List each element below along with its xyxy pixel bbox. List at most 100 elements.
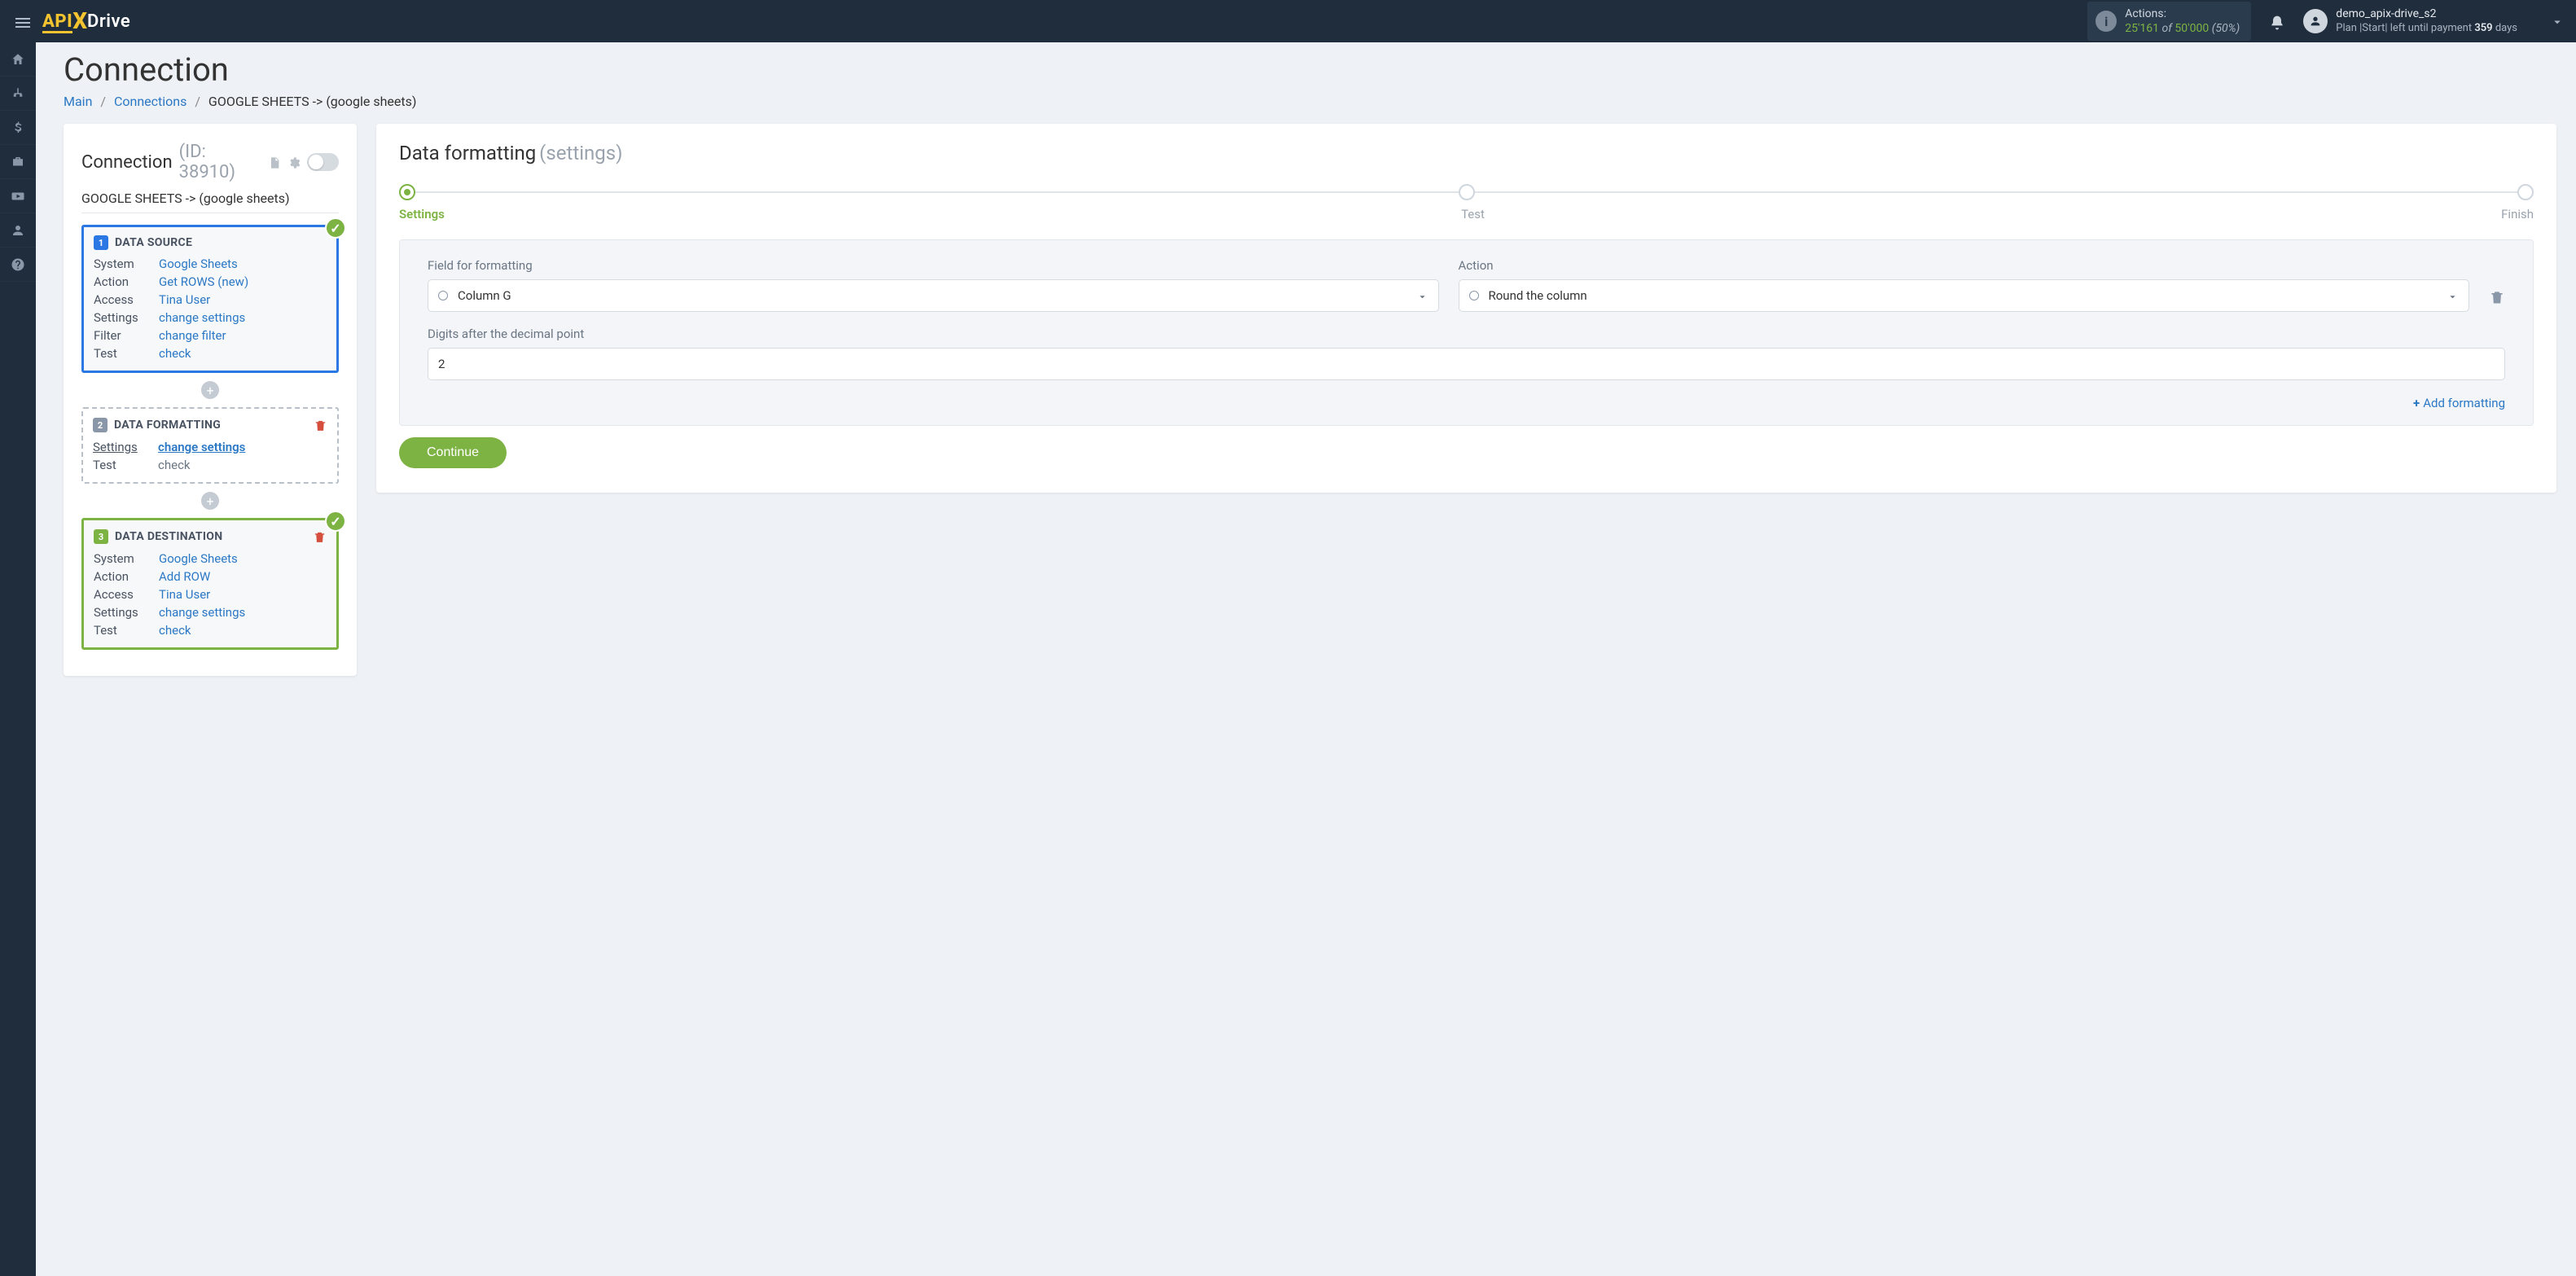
source-system-link[interactable]: Google Sheets	[159, 257, 238, 271]
logo-x-icon: X	[72, 7, 87, 34]
dest-settings-link[interactable]: change settings	[159, 605, 245, 620]
copy-button[interactable]	[268, 155, 281, 170]
step-title: DATA DESTINATION	[115, 530, 222, 543]
step-title: DATA FORMATTING	[114, 419, 221, 432]
user-icon	[11, 223, 25, 238]
stepper-label-finish: Finish	[2501, 207, 2534, 221]
add-formatting-link[interactable]: +Add formatting	[2413, 396, 2505, 410]
actions-text: Actions: 25'161 of 50'000 (50%)	[2125, 7, 2240, 36]
left-rail	[0, 42, 36, 1276]
step-data-destination[interactable]: ✓ 3 DATA DESTINATION SystemGoogle Sheets…	[81, 518, 339, 650]
topbar: API X Drive i Actions: 25'161 of 50'000 …	[0, 0, 2576, 42]
digits-input[interactable]: 2	[428, 348, 2505, 380]
delete-formatting-step[interactable]	[314, 417, 327, 433]
gear-icon	[287, 156, 301, 169]
help-icon	[11, 257, 25, 272]
briefcase-icon	[11, 155, 25, 169]
right-subheading: (settings)	[539, 142, 622, 164]
dest-system-link[interactable]: Google Sheets	[159, 551, 238, 566]
formatting-test: check	[158, 458, 327, 472]
dest-action-link[interactable]: Add ROW	[159, 569, 210, 584]
youtube-icon	[11, 189, 25, 204]
topbar-dropdown[interactable]	[2517, 13, 2565, 30]
breadcrumb: Main / Connections / GOOGLE SHEETS -> (g…	[64, 94, 2556, 109]
rail-projects[interactable]	[0, 145, 36, 179]
step-number: 2	[93, 418, 108, 432]
connection-heading: Connection	[81, 152, 173, 173]
file-icon	[268, 156, 281, 169]
delete-destination-step[interactable]	[313, 528, 327, 545]
connection-toggle[interactable]	[307, 153, 339, 171]
step-title: DATA SOURCE	[115, 236, 192, 249]
settings-button[interactable]	[287, 155, 301, 170]
step-data-source[interactable]: ✓ 1 DATA SOURCE SystemGoogle Sheets Acti…	[81, 225, 339, 373]
user-text: demo_apix-drive_s2 Plan |Start| left unt…	[2336, 7, 2517, 35]
avatar-icon	[2303, 9, 2328, 33]
logo[interactable]: API X Drive	[42, 8, 130, 35]
stepper-node-settings[interactable]	[399, 184, 415, 200]
menu-toggle[interactable]	[7, 7, 39, 36]
home-icon	[11, 52, 25, 67]
chevron-down-icon	[2550, 15, 2565, 29]
connection-name: GOOGLE SHEETS -> (google sheets)	[81, 191, 339, 213]
trash-icon	[2489, 289, 2505, 305]
breadcrumb-connections[interactable]: Connections	[114, 94, 187, 109]
logo-api: API	[42, 11, 72, 32]
step-number: 3	[94, 529, 108, 544]
trash-icon	[313, 530, 327, 544]
page: Connection Main / Connections / GOOGLE S…	[36, 42, 2576, 708]
check-icon: ✓	[325, 217, 346, 239]
connection-panel: Connection (ID: 38910) GOOGLE SHEETS -> …	[64, 124, 357, 676]
chevron-down-icon	[2447, 288, 2459, 303]
dest-test-link[interactable]: check	[159, 623, 191, 638]
source-settings-link[interactable]: change settings	[159, 310, 245, 325]
formatting-form: Field for formatting Column G Action Rou…	[399, 239, 2534, 426]
source-test-link[interactable]: check	[159, 346, 191, 361]
breadcrumb-main[interactable]: Main	[64, 94, 92, 109]
field-value: Column G	[458, 288, 511, 303]
stepper-node-test[interactable]	[1459, 184, 1475, 200]
stepper-label-test: Test	[445, 207, 2501, 221]
trash-icon	[314, 419, 327, 432]
step-data-formatting[interactable]: 2 DATA FORMATTING Settingschange setting…	[81, 407, 339, 484]
rail-account[interactable]	[0, 213, 36, 248]
stepper	[399, 184, 2534, 200]
info-icon: i	[2095, 11, 2117, 32]
user-menu[interactable]: demo_apix-drive_s2 Plan |Start| left unt…	[2303, 7, 2517, 35]
chevron-down-icon	[1416, 288, 1428, 303]
connection-id: (ID: 38910)	[179, 142, 261, 182]
source-access-link[interactable]: Tina User	[159, 292, 210, 307]
rail-help[interactable]	[0, 248, 36, 282]
rail-videos[interactable]	[0, 179, 36, 213]
delete-formatting-row[interactable]	[2489, 286, 2505, 312]
source-filter-link[interactable]: change filter	[159, 328, 226, 343]
right-heading: Data formatting	[399, 142, 536, 164]
breadcrumb-current: GOOGLE SHEETS -> (google sheets)	[208, 94, 417, 109]
rail-home[interactable]	[0, 42, 36, 77]
rail-connections[interactable]	[0, 77, 36, 111]
add-step-button[interactable]: +	[201, 381, 219, 399]
notifications-button[interactable]	[2269, 11, 2285, 31]
logo-drive: Drive	[87, 11, 130, 32]
formatting-settings-link[interactable]: change settings	[158, 440, 245, 454]
dest-access-link[interactable]: Tina User	[159, 587, 210, 602]
radio-icon	[1469, 291, 1479, 300]
action-value: Round the column	[1489, 288, 1587, 303]
plus-icon: +	[2413, 396, 2420, 410]
stepper-node-finish[interactable]	[2517, 184, 2534, 200]
radio-icon	[438, 291, 448, 300]
add-step-button-2[interactable]: +	[201, 492, 219, 510]
continue-button[interactable]: Continue	[399, 437, 507, 468]
action-select[interactable]: Round the column	[1459, 279, 2470, 312]
sitemap-icon	[11, 86, 25, 101]
action-label: Action	[1459, 258, 2470, 273]
formatting-panel: Data formatting (settings) Settings Test…	[376, 124, 2556, 493]
source-action-link[interactable]: Get ROWS (new)	[159, 274, 248, 289]
hamburger-icon	[13, 13, 33, 33]
rail-billing[interactable]	[0, 111, 36, 145]
digits-label: Digits after the decimal point	[428, 327, 2505, 341]
actions-badge[interactable]: i Actions: 25'161 of 50'000 (50%)	[2087, 2, 2251, 41]
field-for-formatting-select[interactable]: Column G	[428, 279, 1439, 312]
stepper-label-settings: Settings	[399, 207, 445, 221]
field-for-formatting-label: Field for formatting	[428, 258, 1439, 273]
